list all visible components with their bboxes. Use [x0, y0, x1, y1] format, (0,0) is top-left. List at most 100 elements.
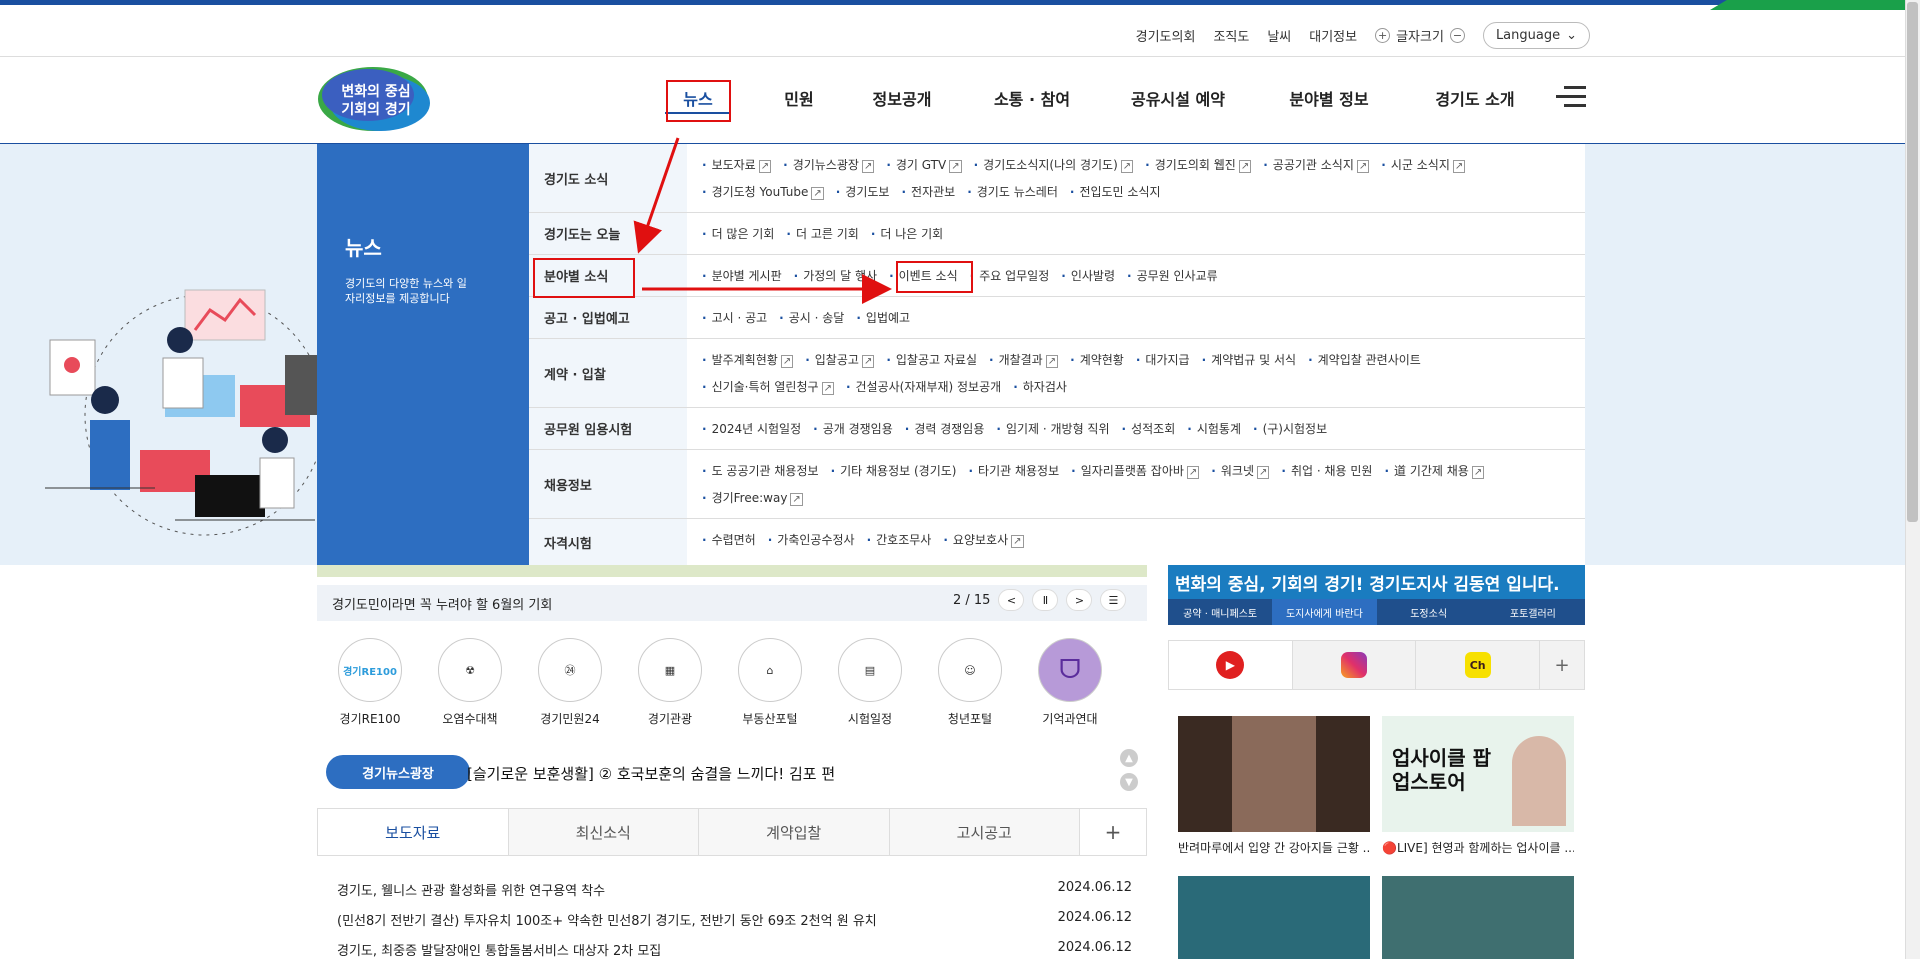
tab-contract[interactable]: 계약입찰 — [699, 809, 890, 855]
menu-item[interactable]: 2024년 시험일정 — [702, 416, 802, 443]
menu-item[interactable]: 개찰결과 — [989, 347, 1058, 374]
tab-latest[interactable]: 최신소식 — [508, 809, 699, 855]
language-select[interactable]: Language ⌄ — [1482, 22, 1590, 49]
tab-photo-gallery[interactable]: 포토갤러리 — [1480, 599, 1585, 625]
quick-pollution[interactable]: ☢ 오염수대책 — [437, 638, 503, 727]
menu-item[interactable]: 간호조무사 — [867, 527, 931, 554]
menu-item[interactable]: 취업 · 채용 민원 — [1281, 458, 1373, 485]
font-increase-icon[interactable]: + — [1375, 28, 1391, 43]
menu-item[interactable]: 임기제 · 개방형 직위 — [996, 416, 1110, 443]
menu-item[interactable]: 수렵면허 — [702, 527, 756, 554]
quick-exam[interactable]: ▤ 시험일정 — [837, 638, 903, 727]
menu-item[interactable]: 전자관보 — [901, 179, 955, 206]
menu-category[interactable]: 공무원 임용시험 — [529, 408, 687, 449]
tab-provincial-news[interactable]: 도정소식 — [1376, 599, 1481, 625]
menu-item[interactable]: 워크넷 — [1211, 458, 1269, 485]
tab-press[interactable]: 보도자료 — [318, 809, 509, 855]
quick-memory[interactable]: ᗜ 기억과연대 — [1037, 638, 1103, 727]
menu-item[interactable]: 기타 채용정보 (경기도) — [831, 458, 956, 485]
menu-item[interactable]: 경기Free:way — [702, 485, 803, 512]
quick-youth[interactable]: ☺ 청년포털 — [937, 638, 1003, 727]
menu-item[interactable]: 입찰공고 자료실 — [886, 347, 977, 374]
tab-notice[interactable]: 고시공고 — [889, 809, 1080, 855]
menu-item[interactable]: 성적조회 — [1122, 416, 1175, 443]
news-row[interactable]: (민선8기 전반기 결산) 투자유치 100조+ 약속한 민선8기 경기도, 전… — [337, 910, 1132, 929]
banner-image[interactable] — [317, 565, 1147, 577]
kakao-tab[interactable]: Ch — [1416, 641, 1541, 689]
menu-item[interactable]: 도 공공기관 채용정보 — [702, 458, 819, 485]
menu-item[interactable]: 하자검사 — [1013, 374, 1067, 401]
menu-item[interactable]: 공공기관 소식지 — [1263, 152, 1369, 179]
menu-item[interactable]: 보도자료 — [702, 152, 771, 179]
pause-icon[interactable]: Ⅱ — [1032, 589, 1059, 611]
menu-item[interactable]: 인사발령 — [1061, 263, 1115, 290]
nav-participation[interactable]: 소통 · 참여 — [977, 86, 1087, 114]
hamburger-menu-icon[interactable] — [1556, 86, 1586, 108]
menu-item[interactable]: 경기도보 — [836, 179, 889, 206]
quick-realestate[interactable]: ⌂ 부동산포털 — [737, 638, 803, 727]
menu-item[interactable]: 가정의 달 행사 — [794, 263, 877, 290]
list-icon[interactable]: ☰ — [1100, 589, 1127, 611]
menu-category[interactable]: 경기도는 오늘 — [529, 213, 687, 254]
menu-item[interactable]: 경기도의회 웹진 — [1145, 152, 1251, 179]
menu-item[interactable]: 경기 GTV — [886, 152, 961, 179]
news-row[interactable]: 경기도, 최중증 발달장애인 통합돌봄서비스 대상자 2차 모집 2024.06.… — [337, 940, 1132, 959]
menu-item[interactable]: 발주계획현황 — [702, 347, 793, 374]
nav-civil[interactable]: 민원 — [769, 86, 829, 114]
menu-item[interactable]: 타기관 채용정보 — [968, 458, 1059, 485]
menu-item[interactable]: 전입도민 소식지 — [1070, 179, 1160, 206]
youtube-tab[interactable]: ▶ — [1169, 641, 1293, 689]
font-decrease-icon[interactable]: − — [1449, 28, 1465, 43]
menu-item[interactable]: 더 나은 기회 — [871, 221, 943, 248]
menu-item[interactable]: 시험통계 — [1187, 416, 1241, 443]
video-item[interactable]: 반려마루에서 입양 간 강아지들 근황 ... — [1178, 716, 1370, 856]
menu-item[interactable]: 가축인공수정사 — [768, 527, 854, 554]
menu-item[interactable]: 입법예고 — [856, 305, 910, 332]
news-row[interactable]: 경기도, 웰니스 관광 활성화를 위한 연구용역 착수 2024.06.12 — [337, 880, 1132, 899]
menu-item[interactable]: 일자리플랫폼 잡아바 — [1071, 458, 1199, 485]
tab-manifesto[interactable]: 공약 · 매니페스토 — [1168, 599, 1273, 625]
menu-item[interactable]: 공무원 인사교류 — [1127, 263, 1218, 290]
logo[interactable]: 변화의 중심 기회의 경기 — [318, 65, 434, 133]
menu-item[interactable]: 경기도청 YouTube — [702, 179, 824, 206]
nav-about[interactable]: 경기도 소개 — [1415, 86, 1535, 114]
menu-item[interactable]: 경기도소식지(나의 경기도) — [974, 152, 1134, 179]
menu-item[interactable]: 공시 · 송달 — [779, 305, 845, 332]
social-more-button[interactable]: + — [1540, 641, 1585, 689]
util-link-air[interactable]: 대기정보 — [1309, 26, 1357, 45]
newsplaza-badge[interactable]: 경기뉴스광장 — [326, 755, 470, 789]
menu-item[interactable]: 더 고른 기회 — [786, 221, 859, 248]
menu-item[interactable]: 신기술·특허 열린청구 — [702, 374, 834, 401]
menu-category[interactable]: 경기도 소식 — [529, 144, 687, 212]
scrollbar-thumb[interactable] — [1907, 2, 1918, 522]
menu-item[interactable]: 계약입찰 관련사이트 — [1308, 347, 1421, 374]
menu-item[interactable]: 대가지급 — [1136, 347, 1189, 374]
menu-item[interactable]: 건설공사(자재부재) 정보공개 — [846, 374, 1002, 401]
newsplaza-headline[interactable]: [슬기로운 보훈생활] ② 호국보훈의 숨결을 느끼다! 김포 편 — [467, 763, 835, 784]
menu-category[interactable]: 공고 · 입법예고 — [529, 297, 687, 338]
menu-item[interactable]: 계약법규 및 서식 — [1202, 347, 1296, 374]
menu-item[interactable]: 경기도 뉴스레터 — [967, 179, 1058, 206]
menu-item[interactable]: 경기뉴스광장 — [783, 152, 874, 179]
video-item[interactable]: 업사이클 팝업스토어 🔴LIVE] 현영과 함께하는 업사이클 ... — [1382, 716, 1574, 856]
prev-icon[interactable]: < — [998, 589, 1025, 611]
menu-item[interactable]: 입찰공고 — [805, 347, 874, 374]
menu-item[interactable]: (구)시험정보 — [1253, 416, 1328, 443]
chevron-up-icon[interactable]: ▲ — [1120, 749, 1138, 767]
quick-tourism[interactable]: ▦ 경기관광 — [637, 638, 703, 727]
next-icon[interactable]: > — [1066, 589, 1093, 611]
news-title[interactable]: 경기도, 웰니스 관광 활성화를 위한 연구용역 착수 — [337, 880, 605, 899]
instagram-tab[interactable] — [1292, 641, 1417, 689]
menu-item[interactable]: 더 많은 기회 — [702, 221, 775, 248]
util-link-weather[interactable]: 날씨 — [1267, 26, 1291, 45]
menu-item[interactable]: 요양보호사 — [943, 527, 1023, 554]
menu-item[interactable]: 주요 업무일정 — [970, 263, 1049, 290]
menu-category[interactable]: 계약 · 입찰 — [529, 339, 687, 407]
util-link-org[interactable]: 조직도 — [1213, 26, 1249, 45]
quick-minwon24[interactable]: ㉔ 경기민원24 — [537, 638, 603, 727]
scrollbar[interactable] — [1905, 0, 1920, 959]
menu-category[interactable]: 자격시험 — [529, 519, 687, 565]
news-title[interactable]: 경기도, 최중증 발달장애인 통합돌봄서비스 대상자 2차 모집 — [337, 940, 661, 959]
video-thumbnail[interactable] — [1178, 876, 1370, 959]
nav-facility[interactable]: 공유시설 예약 — [1113, 86, 1243, 114]
